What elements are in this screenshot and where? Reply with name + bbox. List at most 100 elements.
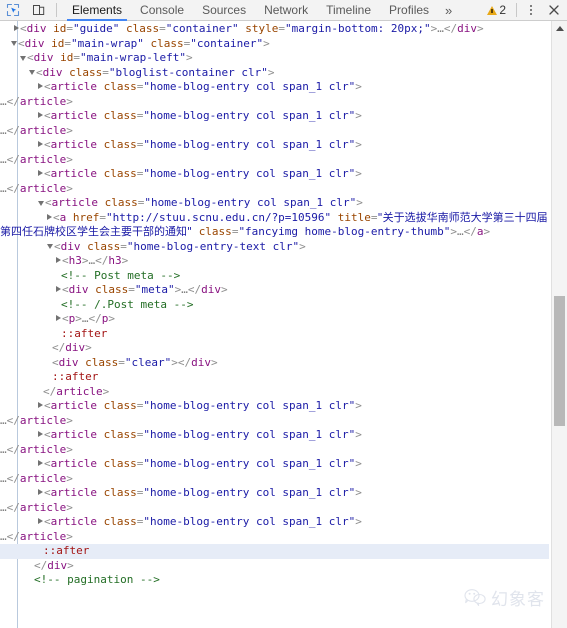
kebab-menu-icon[interactable] (521, 0, 541, 20)
tab-profiles[interactable]: Profiles (380, 0, 438, 20)
tab-timeline[interactable]: Timeline (317, 0, 380, 20)
dom-tree-row[interactable]: <!-- pagination --> (0, 573, 549, 588)
dom-tree[interactable]: <div id="guide" class="container" style=… (0, 21, 549, 588)
code-token: <!-- pagination --> (34, 573, 160, 586)
collapse-triangle-icon[interactable] (47, 244, 53, 249)
dom-tree-row[interactable]: <article class="home-blog-entry col span… (0, 167, 549, 196)
dom-tree-row[interactable]: <article class="home-blog-entry col span… (0, 457, 549, 486)
code-token: "home-blog-entry col span_1 clr" (143, 138, 356, 151)
expand-triangle-icon[interactable] (56, 315, 61, 321)
tab-console[interactable]: Console (131, 0, 193, 20)
dom-tree-row[interactable]: <div class="bloglist-container clr"> (0, 66, 549, 81)
collapse-triangle-icon[interactable] (38, 200, 44, 206)
expand-triangle-icon[interactable] (38, 431, 43, 437)
expand-triangle-icon[interactable] (56, 286, 61, 292)
code-token: article (19, 123, 67, 137)
expand-triangle-icon[interactable] (38, 112, 43, 118)
expand-triangle-icon[interactable] (38, 170, 43, 176)
dom-tree-row[interactable]: <article class="home-blog-entry col span… (0, 196, 549, 211)
code-token: article (19, 181, 67, 195)
close-icon[interactable] (541, 0, 567, 20)
code-token: class (103, 167, 137, 180)
code-token: article (50, 80, 97, 93)
code-token: > (267, 65, 275, 79)
code-token: < (44, 138, 51, 151)
code-token: = (118, 355, 125, 369)
dom-tree-row[interactable]: <div class="meta">…</div> (0, 283, 549, 298)
code-token: > (81, 254, 89, 267)
expand-triangle-icon[interactable] (14, 25, 19, 31)
expand-triangle-icon[interactable] (38, 83, 43, 89)
code-token: > (66, 94, 73, 108)
dom-tree-row[interactable]: <div id="main-wrap" class="container"> (0, 37, 549, 52)
expand-triangle-icon[interactable] (47, 213, 52, 220)
dom-tree-row[interactable]: <article class="home-blog-entry col span… (0, 109, 549, 138)
code-token: </ (34, 558, 48, 572)
elements-tree-pane[interactable]: <div id="guide" class="container" style=… (0, 21, 567, 628)
dom-tree-row[interactable]: <p>…</p> (0, 312, 549, 327)
dom-tree-row[interactable]: </article> (0, 385, 549, 400)
tab-elements[interactable]: Elements (63, 0, 131, 21)
code-token: … (0, 471, 7, 485)
dom-tree-row[interactable]: <div class="home-blog-entry-text clr"> (0, 240, 549, 255)
dom-tree-row[interactable]: ::after (0, 327, 549, 342)
code-token: > (67, 558, 74, 572)
dom-tree-row[interactable]: <article class="home-blog-entry col span… (0, 138, 549, 167)
code-token: > (356, 196, 363, 209)
code-token: article (19, 94, 67, 108)
expand-triangle-icon[interactable] (38, 402, 43, 408)
code-token: = (128, 283, 135, 296)
code-token: div (457, 22, 478, 35)
code-token: > (66, 123, 73, 137)
code-token: class (104, 196, 138, 209)
dom-tree-row[interactable]: </div> (0, 559, 549, 574)
dom-tree-row[interactable]: <!-- /.Post meta --> (0, 298, 549, 313)
expand-triangle-icon[interactable] (38, 141, 43, 147)
collapse-triangle-icon[interactable] (29, 70, 35, 75)
wechat-icon (464, 589, 486, 606)
dom-tree-row[interactable]: ::after (0, 544, 549, 559)
code-token: article (19, 529, 67, 543)
warning-indicator[interactable]: 2 (481, 0, 512, 20)
dom-tree-row[interactable]: <article class="home-blog-entry col span… (0, 515, 549, 544)
vertical-scrollbar[interactable] (551, 21, 567, 628)
code-token: article (50, 109, 97, 122)
code-token: "container" (190, 36, 264, 50)
code-token: class (103, 399, 137, 412)
dom-tree-row[interactable]: <h3>…</h3> (0, 254, 549, 269)
dom-tree-row[interactable]: <article class="home-blog-entry col span… (0, 486, 549, 515)
code-token: … (0, 529, 7, 543)
dom-tree-row[interactable]: <div class="clear"></div> (0, 356, 549, 371)
dom-tree-row[interactable]: <!-- Post meta --> (0, 269, 549, 284)
tab-network[interactable]: Network (255, 0, 317, 20)
collapse-triangle-icon[interactable] (11, 41, 17, 46)
dom-tree-row[interactable]: </div> (0, 341, 549, 356)
dom-tree-row[interactable]: <article class="home-blog-entry col span… (0, 399, 549, 428)
code-token: > (483, 225, 491, 238)
collapse-triangle-icon[interactable] (20, 55, 26, 61)
tab-sources[interactable]: Sources (193, 0, 255, 20)
vertical-scrollbar-thumb[interactable] (554, 296, 565, 426)
code-token: … (0, 152, 7, 166)
expand-triangle-icon[interactable] (56, 257, 61, 263)
code-token: < (44, 167, 51, 180)
inspect-element-icon[interactable] (0, 0, 26, 20)
code-token: < (52, 355, 59, 369)
dom-tree-row[interactable]: <article class="home-blog-entry col span… (0, 428, 549, 457)
dom-tree-row[interactable]: <a href="http://stuu.scnu.edu.cn/?p=1059… (0, 211, 549, 240)
code-token: < (62, 283, 69, 296)
dom-tree-row[interactable]: <article class="home-blog-entry col span… (0, 80, 549, 109)
code-token: > (355, 80, 362, 93)
device-toolbar-icon[interactable] (26, 0, 52, 20)
dom-tree-row[interactable]: ::after (0, 370, 549, 385)
code-token: < (44, 428, 51, 441)
expand-triangle-icon[interactable] (38, 489, 43, 495)
scroll-up-arrow-icon[interactable] (552, 21, 567, 36)
dom-tree-row[interactable]: <div id="main-wrap-left"> (0, 51, 549, 66)
expand-triangle-icon[interactable] (38, 460, 43, 466)
more-tabs-icon[interactable]: » (438, 0, 459, 20)
dom-tree-row[interactable]: <div id="guide" class="container" style=… (0, 22, 549, 37)
expand-triangle-icon[interactable] (38, 518, 43, 524)
